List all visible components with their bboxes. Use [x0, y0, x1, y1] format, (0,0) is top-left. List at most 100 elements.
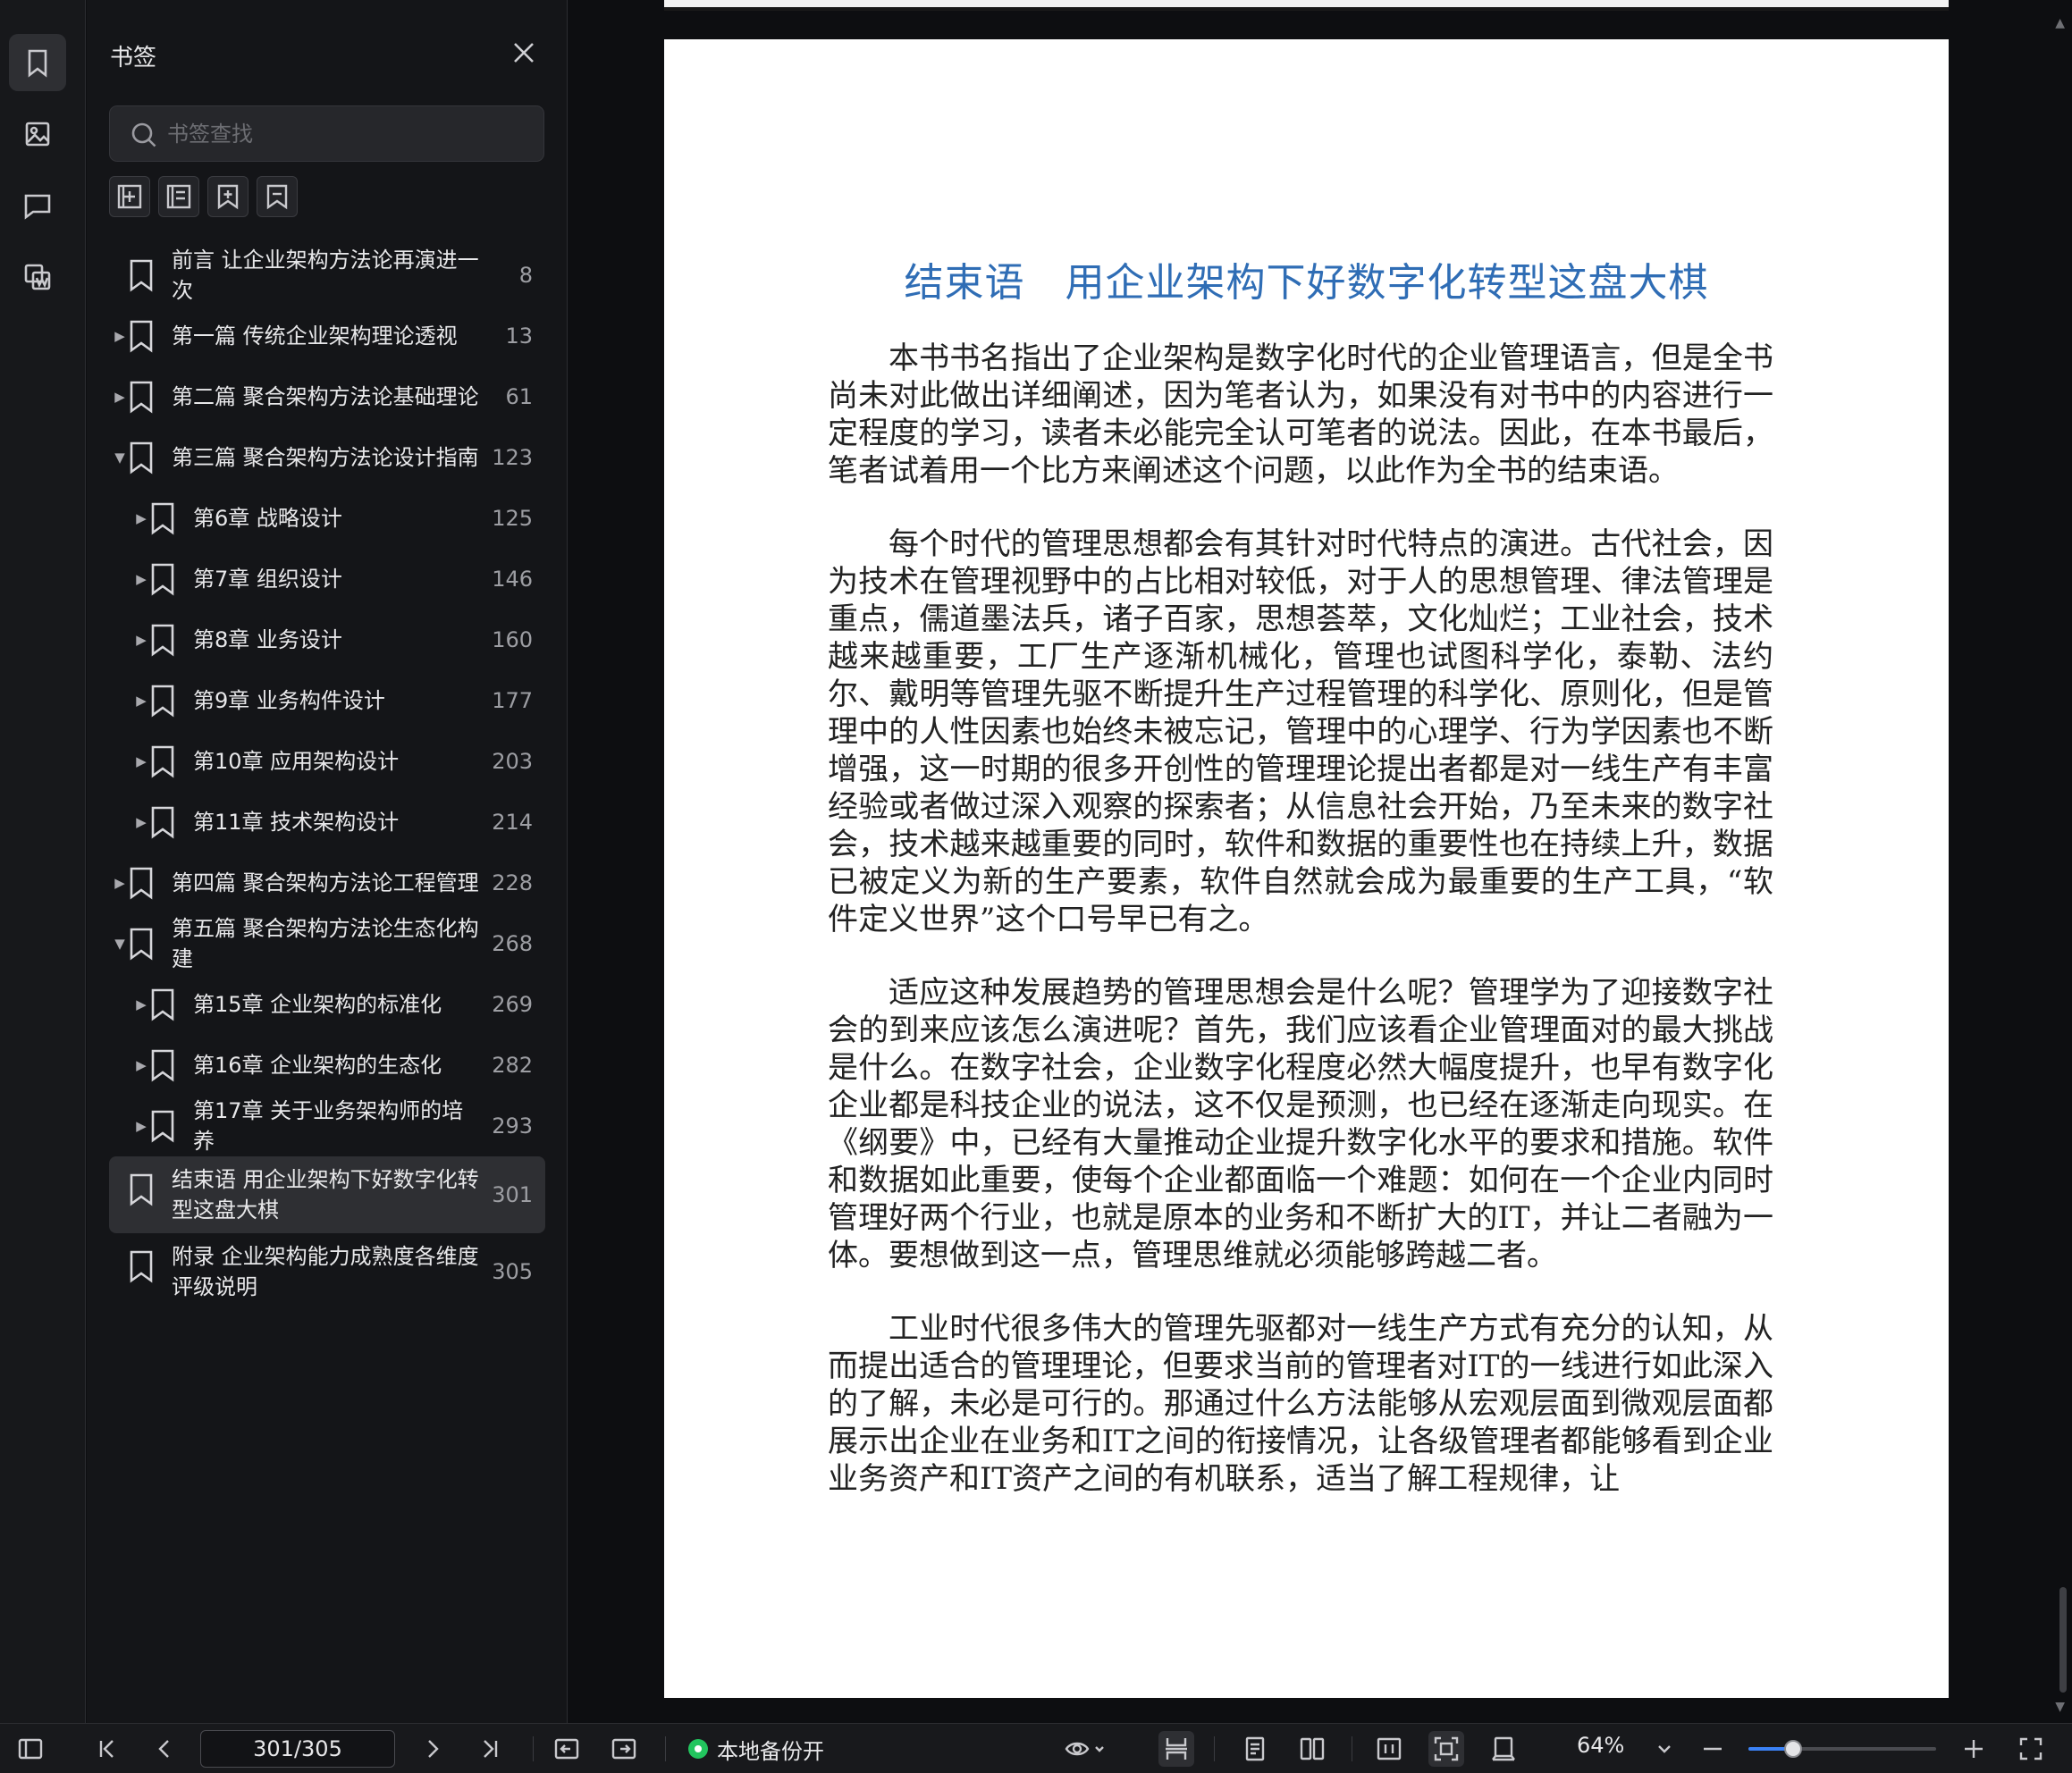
bookmark-item[interactable]: ▶ 第6章 战略设计 125	[109, 488, 545, 549]
bookmark-item[interactable]: ▶ 第7章 组织设计 146	[109, 549, 545, 609]
caret-down-icon[interactable]: ▼	[113, 427, 127, 488]
bookmark-item[interactable]: ▶ 第二篇 聚合架构方法论基础理论 61	[109, 366, 545, 427]
two-page-button[interactable]	[1294, 1731, 1330, 1767]
close-icon	[514, 43, 534, 63]
bookmark-search	[109, 105, 544, 162]
bookmark-page-number: 203	[492, 749, 533, 774]
fit-page-icon	[1434, 1736, 1459, 1761]
caret-right-icon[interactable]: ▶	[113, 306, 127, 366]
remove-bookmark-button[interactable]	[257, 176, 298, 217]
sidebar-icon	[18, 1738, 43, 1760]
bookmark-label: 第11章 技术架构设计	[193, 810, 400, 835]
extract-tab-button[interactable]	[9, 248, 66, 306]
paragraph: 每个时代的管理思想都会有其针对时代特点的演进。古代社会，因为技术在管理视野中的占…	[828, 526, 1773, 937]
fit-width-icon	[1377, 1737, 1402, 1760]
zoom-dropdown-arrow[interactable]	[1647, 1731, 1682, 1767]
bookmark-label: 第6章 战略设计	[193, 506, 342, 531]
add-bookmark-button[interactable]	[109, 176, 150, 217]
thumbnails-tab-button[interactable]	[9, 105, 66, 163]
zoom-slider-handle[interactable]	[1784, 1740, 1803, 1758]
fit-width-button[interactable]	[1371, 1731, 1407, 1767]
vertical-scrollbar[interactable]	[2059, 1587, 2067, 1693]
toolbar-divider	[533, 1736, 534, 1761]
continuous-scroll-button[interactable]	[1158, 1731, 1194, 1767]
caret-right-icon[interactable]: ▶	[134, 609, 148, 670]
backup-label: 本地备份开	[717, 1738, 824, 1764]
insert-bookmark-button[interactable]	[207, 176, 248, 217]
read-mode-dropdown[interactable]	[1058, 1731, 1112, 1767]
bookmark-page-number: 301	[492, 1182, 533, 1207]
fit-page-button[interactable]	[1428, 1731, 1464, 1767]
last-page-icon	[484, 1740, 498, 1758]
bookmark-label: 第三篇 聚合架构方法论设计指南	[172, 445, 479, 470]
bookmark-item[interactable]: ▶ 第一篇 传统企业架构理论透视 13	[109, 306, 545, 366]
bookmark-page-number: 228	[492, 870, 533, 895]
caret-right-icon[interactable]: ▶	[134, 792, 148, 853]
side-rail	[0, 0, 86, 1723]
bookmark-item[interactable]: ▶ 第17章 关于业务架构师的培养 293	[109, 1096, 545, 1156]
zoom-out-button[interactable]	[1695, 1731, 1731, 1767]
caret-right-icon[interactable]: ▶	[113, 853, 127, 913]
bookmark-item[interactable]: ▶ 第四篇 聚合架构方法论工程管理 228	[109, 853, 545, 913]
caret-down-icon[interactable]: ▼	[113, 913, 127, 974]
bookmark-label: 结束语 用企业架构下好数字化转型这盘大棋	[172, 1167, 479, 1223]
bookmark-item[interactable]: ▼ 第三篇 聚合架构方法论设计指南 123	[109, 427, 545, 488]
bookmark-icon	[150, 805, 175, 839]
bookmark-item[interactable]: ▼ 第五篇 聚合架构方法论生态化构建 268	[109, 913, 545, 974]
caret-right-icon[interactable]: ▶	[134, 974, 148, 1035]
add-sub-bookmark-button[interactable]	[158, 176, 199, 217]
comment-icon	[24, 194, 51, 220]
bookmark-icon	[129, 380, 154, 414]
bookmark-item[interactable]: 前言 让企业架构方法论再演进一次 8	[109, 245, 545, 306]
caret-right-icon[interactable]: ▶	[134, 488, 148, 549]
single-page-button[interactable]	[1237, 1731, 1273, 1767]
zoom-slider[interactable]	[1748, 1740, 1936, 1758]
toggle-sidebar-button[interactable]	[13, 1731, 48, 1767]
page-number-input[interactable]: 301/305	[200, 1730, 395, 1768]
add-sub-bookmark-icon	[166, 184, 191, 209]
last-page-button[interactable]	[472, 1731, 508, 1767]
navigate-forward-button[interactable]	[606, 1731, 642, 1767]
next-page-button[interactable]	[415, 1731, 451, 1767]
backup-status-icon	[688, 1739, 708, 1759]
bookmark-item[interactable]: ▶ 第11章 技术架构设计 214	[109, 792, 545, 853]
first-page-button[interactable]	[89, 1731, 125, 1767]
bookmark-icon	[129, 927, 154, 961]
local-backup-toggle[interactable]: 本地备份开	[688, 1733, 824, 1765]
bookmark-label: 第一篇 传统企业架构理论透视	[172, 324, 458, 349]
scroll-up-arrow-icon[interactable]: ▲	[2055, 16, 2065, 30]
bookmarks-tab-button[interactable]	[9, 34, 66, 91]
zoom-level-select[interactable]: 64%	[1577, 1733, 1624, 1758]
caret-right-icon[interactable]: ▶	[134, 1096, 148, 1156]
navigate-forward-icon	[611, 1738, 636, 1760]
scroll-down-arrow-icon[interactable]: ▼	[2055, 1700, 2065, 1714]
panel-close-button[interactable]	[510, 39, 537, 66]
bookmark-item[interactable]: ▶ 第16章 企业架构的生态化 282	[109, 1035, 545, 1096]
fullscreen-button[interactable]	[2013, 1731, 2049, 1767]
bookmark-item[interactable]: ▶ 第9章 业务构件设计 177	[109, 670, 545, 731]
previous-page-button[interactable]	[147, 1731, 182, 1767]
bookmark-page-number: 268	[492, 931, 533, 956]
page-body: 本书书名指出了企业架构是数字化时代的企业管理语言，但是全书尚未对此做出详细阐述，…	[828, 293, 1773, 1498]
bookmark-item[interactable]: 结束语 用企业架构下好数字化转型这盘大棋 301	[109, 1156, 545, 1233]
bookmark-icon	[28, 49, 47, 78]
comments-tab-button[interactable]	[9, 177, 66, 234]
caret-right-icon[interactable]: ▶	[134, 1035, 148, 1096]
actual-size-button[interactable]	[1486, 1731, 1521, 1767]
bottom-toolbar: 301/305 本地备份开 64%	[0, 1723, 2072, 1773]
bookmark-page-number: 8	[518, 263, 533, 288]
caret-right-icon[interactable]: ▶	[113, 366, 127, 427]
bookmark-search-input[interactable]	[167, 115, 525, 153]
bookmark-label: 第7章 组织设计	[193, 567, 342, 592]
caret-right-icon[interactable]: ▶	[134, 549, 148, 609]
bookmark-item[interactable]: ▶ 第15章 企业架构的标准化 269	[109, 974, 545, 1035]
bookmark-page-number: 160	[492, 627, 533, 652]
bookmark-item[interactable]: ▶ 第8章 业务设计 160	[109, 609, 545, 670]
caret-right-icon[interactable]: ▶	[134, 731, 148, 792]
zoom-in-button[interactable]	[1956, 1731, 1992, 1767]
navigate-back-button[interactable]	[549, 1731, 585, 1767]
bookmark-page-number: 13	[505, 324, 533, 349]
bookmark-item[interactable]: 附录 企业架构能力成熟度各维度评级说明 305	[109, 1233, 545, 1310]
bookmark-item[interactable]: ▶ 第10章 应用架构设计 203	[109, 731, 545, 792]
caret-right-icon[interactable]: ▶	[134, 670, 148, 731]
